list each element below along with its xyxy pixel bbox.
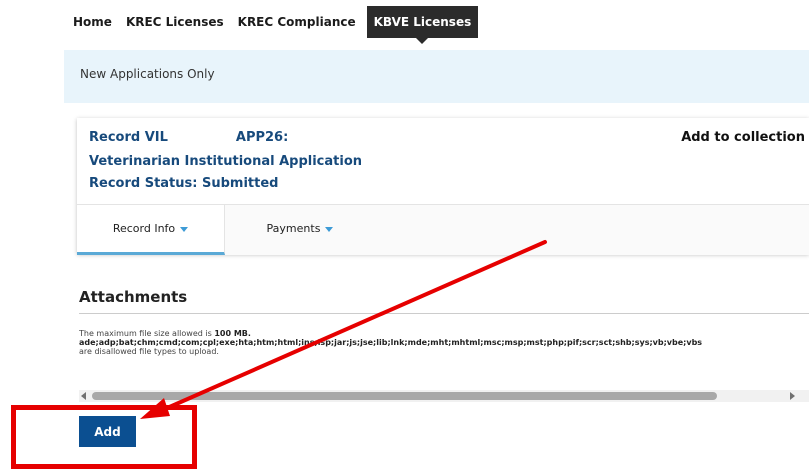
tab-payments[interactable]: Payments <box>225 205 375 252</box>
record-card: Record VIL APP26: Veterinarian Institutio… <box>77 118 809 255</box>
disallowed-types-list: ade;adp;bat;chm;cmd;com;cpl;exe;hta;htm;… <box>79 338 703 347</box>
attachments-heading: Attachments <box>79 288 188 306</box>
add-attachment-button[interactable]: Add <box>79 416 136 447</box>
add-to-collection-link[interactable]: Add to collection <box>681 130 805 145</box>
attachments-divider <box>79 313 809 314</box>
attachments-info: The maximum file size allowed is 100 MB.… <box>79 329 809 356</box>
record-type: Veterinarian Institutional Application <box>89 154 363 169</box>
record-tabs: Record Info Payments <box>77 204 809 255</box>
top-nav: Home KREC Licenses KREC Compliance KBVE … <box>66 6 479 44</box>
notice-text: New Applications Only <box>80 67 215 81</box>
disallowed-types: ade;adp;bat;chm;cmd;com;cpl;exe;hta;htm;… <box>79 338 809 347</box>
file-size-note: The maximum file size allowed is 100 MB. <box>79 329 809 338</box>
record-id-suffix: APP26: <box>235 130 289 145</box>
notice-banner: New Applications Only <box>64 50 809 103</box>
scroll-right-icon[interactable] <box>790 392 795 400</box>
file-size-value: 100 MB. <box>214 329 251 338</box>
nav-tab-krec-licenses[interactable]: KREC Licenses <box>119 6 231 38</box>
record-id-line: Record VIL APP26: <box>89 130 288 145</box>
scroll-left-icon[interactable] <box>81 392 86 400</box>
tab-payments-label: Payments <box>266 222 321 235</box>
tab-record-info[interactable]: Record Info <box>77 205 225 255</box>
nav-tab-krec-compliance[interactable]: KREC Compliance <box>231 6 363 38</box>
caret-down-icon <box>325 226 334 232</box>
caret-down-icon <box>180 226 189 232</box>
tab-record-info-label: Record Info <box>112 222 176 235</box>
scroll-thumb[interactable] <box>92 392 717 400</box>
file-size-prefix: The maximum file size allowed is <box>79 329 215 338</box>
record-status: Record Status: Submitted <box>89 176 279 191</box>
disallowed-note: are disallowed file types to upload. <box>79 347 219 356</box>
record-id-prefix: Record VIL <box>89 130 168 145</box>
nav-tab-kbve-licenses[interactable]: KBVE Licenses <box>366 6 479 44</box>
horizontal-scrollbar[interactable] <box>79 390 809 402</box>
nav-tab-home[interactable]: Home <box>66 6 119 38</box>
